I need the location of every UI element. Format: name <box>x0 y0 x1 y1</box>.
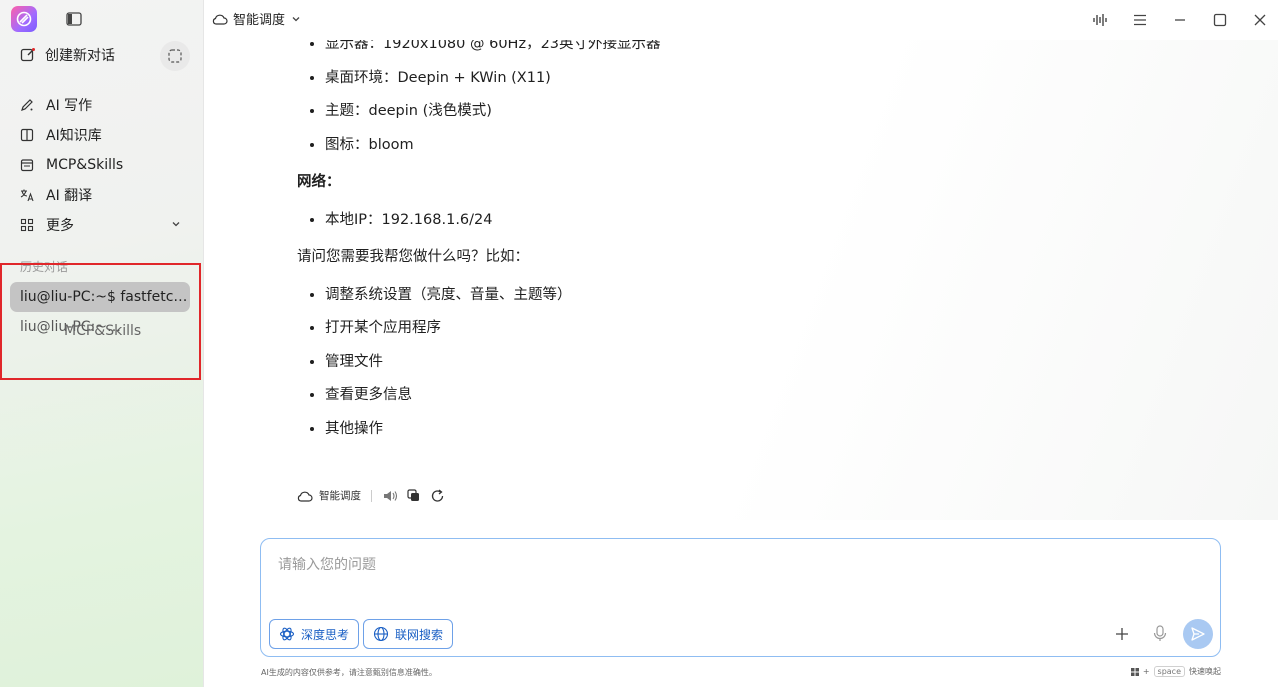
microphone-icon[interactable] <box>1153 625 1167 643</box>
translate-icon <box>20 189 34 202</box>
option-item: 管理文件 <box>325 346 1097 380</box>
deep-think-label: 深度思考 <box>301 627 350 642</box>
assistant-message: 显示器：1920x1080 @ 60Hz，23英寸外接显示器 桌面环境：Deep… <box>297 40 1097 446</box>
chat-content: 显示器：1920x1080 @ 60Hz，23英寸外接显示器 桌面环境：Deep… <box>204 40 1278 520</box>
cloud-icon <box>297 491 313 502</box>
regenerate-icon[interactable] <box>430 488 446 503</box>
cloud-icon <box>212 14 228 25</box>
divider <box>371 489 372 502</box>
message-line: 桌面环境：Deepin + KWin (X11) <box>325 62 1097 96</box>
sidebar-item-label: 更多 <box>46 218 74 234</box>
grid-icon <box>20 218 34 232</box>
shortcut-label: 快速唤起 <box>1189 667 1221 676</box>
calendar-icon <box>20 159 34 172</box>
top-bar: 智能调度 <box>204 0 1278 40</box>
web-search-label: 联网搜索 <box>395 627 444 642</box>
sidebar-item-knowledge-base[interactable]: AI知识库 <box>20 120 190 150</box>
edit-icon <box>20 48 35 62</box>
sidebar-item-label: AI知识库 <box>46 128 102 144</box>
option-item: 打开某个应用程序 <box>325 312 1097 346</box>
book-icon <box>20 128 34 142</box>
sidebar: 创建新对话 AI 写作 AI知识库 MCP&Skills AI 翻译 更多 历史… <box>0 0 204 687</box>
sidebar-item-label: AI 写作 <box>46 98 93 114</box>
voice-wave-icon[interactable] <box>1092 12 1108 28</box>
search-chat-button[interactable] <box>160 41 190 71</box>
mode-selector[interactable]: 智能调度 <box>212 9 303 28</box>
menu-icon[interactable] <box>1132 12 1148 28</box>
deep-think-button[interactable]: 深度思考 <box>269 619 360 649</box>
send-button[interactable] <box>1183 619 1213 649</box>
new-chat-label: 创建新对话 <box>45 48 115 64</box>
chevron-down-icon <box>292 16 300 21</box>
message-mode-label: 智能调度 <box>319 490 361 502</box>
sidebar-item-label: MCP&Skills <box>46 157 124 173</box>
question-text: 请问您需要我帮您做什么吗？比如： <box>297 249 529 265</box>
copy-icon[interactable] <box>406 488 422 503</box>
sidebar-item-mcp-skills[interactable]: MCP&Skills <box>20 150 190 180</box>
scan-icon <box>168 49 182 63</box>
sidebar-item-more[interactable]: 更多 <box>20 210 190 240</box>
history-item-active[interactable]: liu@liu-PC:~$ fastfetc… <box>10 282 190 312</box>
space-key: space <box>1153 666 1185 677</box>
maximize-icon[interactable] <box>1212 12 1228 28</box>
web-search-button[interactable]: 联网搜索 <box>363 619 454 649</box>
option-item: 其他操作 <box>325 413 1097 447</box>
new-chat-button[interactable]: 创建新对话 <box>20 44 115 66</box>
option-item: 调整系统设置（亮度、音量、主题等） <box>325 279 1097 313</box>
send-icon <box>1191 627 1205 641</box>
message-line: 显示器：1920x1080 @ 60Hz，23英寸外接显示器 <box>325 40 1097 62</box>
app-logo-icon <box>11 6 37 32</box>
sidebar-toggle-icon[interactable] <box>66 12 82 26</box>
shortcut-plus: + <box>1142 667 1150 676</box>
speaker-icon[interactable] <box>382 489 398 503</box>
sidebar-nav: AI 写作 AI知识库 MCP&Skills AI 翻译 更多 <box>20 90 190 240</box>
disclaimer-text: AI生成的内容仅供参考，请注意甄别信息准确性。 <box>261 668 437 677</box>
sidebar-item-ai-writing[interactable]: AI 写作 <box>20 90 190 120</box>
message-line: 主题：deepin (浅色模式) <box>325 95 1097 129</box>
close-icon[interactable] <box>1252 12 1268 28</box>
globe-icon <box>373 626 389 642</box>
sidebar-item-translate[interactable]: AI 翻译 <box>20 180 190 210</box>
chevron-down-icon <box>172 222 180 227</box>
option-item: 查看更多信息 <box>325 379 1097 413</box>
mode-label: 智能调度 <box>233 13 286 28</box>
drag-tooltip: MCP&Skills <box>64 323 142 339</box>
message-line: 图标：bloom <box>325 129 1097 163</box>
chat-input-placeholder[interactable]: 请输入您的问题 <box>278 554 376 574</box>
history-section-label: 历史对话 <box>20 260 69 274</box>
chat-input-box[interactable]: 请输入您的问题 深度思考 联网搜索 <box>260 538 1221 657</box>
minimize-icon[interactable] <box>1172 12 1188 28</box>
shortcut-hint: + space 快速唤起 <box>1130 666 1221 677</box>
message-line: 本地IP：192.168.1.6/24 <box>325 204 1097 238</box>
message-actions: 智能调度 <box>297 488 452 503</box>
attach-plus-icon[interactable] <box>1114 626 1130 642</box>
windows-key-icon <box>1130 667 1139 676</box>
pen-icon <box>21 99 33 111</box>
atom-icon <box>279 627 295 641</box>
network-heading: 网络： <box>297 174 341 190</box>
sidebar-item-label: AI 翻译 <box>46 188 93 204</box>
